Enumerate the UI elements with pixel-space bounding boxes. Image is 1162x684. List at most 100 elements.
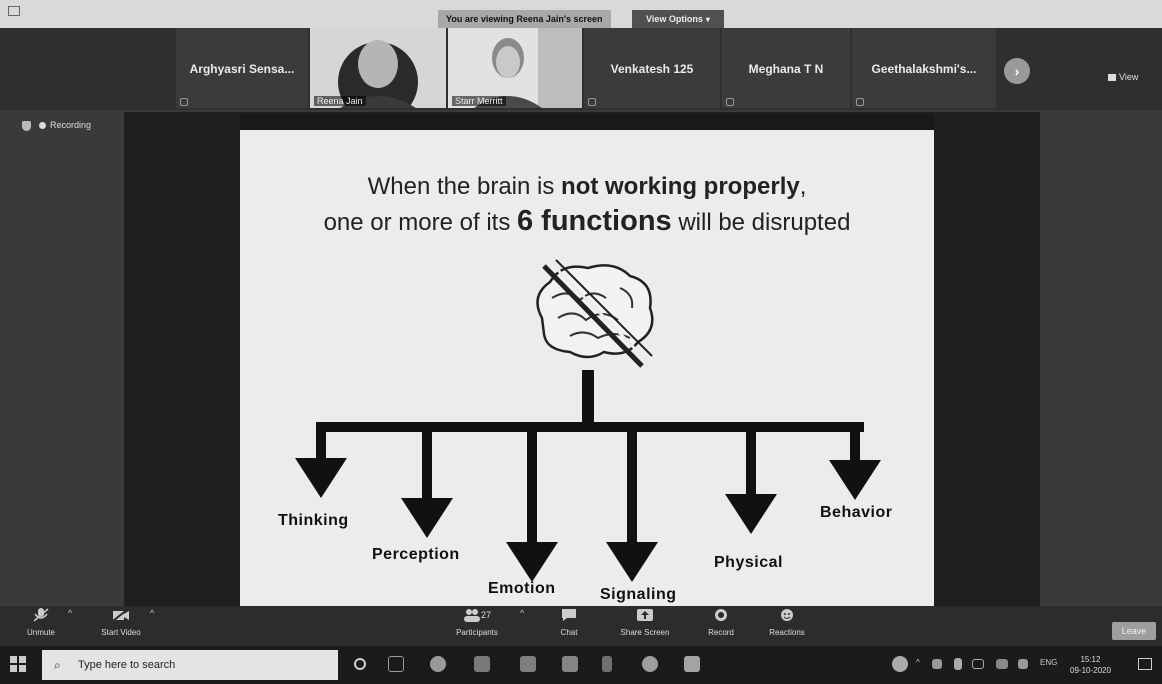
- mic-muted-icon: [588, 98, 596, 106]
- cloud-tray-icon[interactable]: [932, 659, 942, 669]
- clock-time: 15:12: [1080, 655, 1101, 664]
- next-page-button[interactable]: ›: [1004, 58, 1030, 84]
- participant-tile[interactable]: Venkatesh 125: [584, 28, 720, 108]
- leave-button[interactable]: Leave: [1112, 622, 1156, 640]
- view-toggle-button[interactable]: View: [1108, 72, 1138, 82]
- mic-muted-icon: [856, 98, 864, 106]
- participant-name: Arghyasri Sensa...: [189, 62, 295, 76]
- title-emphasis: 6 functions: [516, 205, 672, 237]
- participants-button[interactable]: 27 Participants ^: [442, 606, 524, 637]
- shield-icon: [22, 120, 31, 131]
- chat-label: Chat: [560, 628, 578, 637]
- meeting-controls: Unmute ^ Start Video ^ 27 Participants ^…: [0, 606, 1162, 646]
- taskbar-clock[interactable]: 15:12 09-10-2020: [1070, 654, 1111, 676]
- participant-tile[interactable]: Arghyasri Sensa...: [176, 28, 308, 108]
- taskbar-search-box[interactable]: ⌕: [42, 650, 338, 680]
- participants-count: 27: [480, 610, 491, 620]
- participant-strip: Arghyasri Sensa... Reena Jain Starr Merr…: [0, 28, 1162, 110]
- title-text: ,: [799, 173, 807, 200]
- video-name-label: Starr Merritt: [452, 96, 506, 106]
- title-text: When the brain is: [367, 173, 562, 200]
- unmute-button[interactable]: Unmute ^: [6, 606, 76, 637]
- participant-video-tile[interactable]: Reena Jain: [310, 28, 446, 108]
- zoom-window: You are viewing Reena Jain's screen View…: [0, 0, 1162, 684]
- chevron-right-icon: ›: [1014, 63, 1020, 79]
- top-bar: You are viewing Reena Jain's screen View…: [0, 0, 1162, 28]
- wifi-icon[interactable]: [996, 659, 1008, 669]
- participant-tile[interactable]: Meghana T N: [722, 28, 850, 108]
- unmute-label: Unmute: [26, 628, 55, 637]
- battery-icon[interactable]: [954, 658, 962, 670]
- view-options-button[interactable]: View Options ▾: [632, 10, 724, 28]
- participant-name: Meghana T N: [748, 62, 824, 76]
- reactions-button[interactable]: Reactions: [752, 606, 822, 637]
- windows-taskbar: ⌕ ^ ENG 15:12 09-10-2020: [0, 646, 1162, 684]
- participants-label: Participants: [456, 628, 498, 637]
- chevron-up-icon[interactable]: ^: [150, 608, 154, 618]
- record-button[interactable]: Record: [686, 606, 756, 637]
- title-text: will be disrupted: [671, 209, 851, 236]
- recording-dot-icon: [39, 122, 46, 130]
- video-name-label: Reena Jain: [314, 96, 366, 106]
- title-emphasis: not working properly: [561, 173, 800, 200]
- zoom-app-icon[interactable]: [684, 656, 700, 672]
- function-label-physical: Physical: [714, 554, 783, 571]
- recording-indicator: Recording: [22, 120, 91, 131]
- participant-name: Geethalakshmi's...: [871, 62, 977, 76]
- participant-name: Venkatesh 125: [610, 62, 694, 76]
- share-screen-button[interactable]: Share Screen: [610, 606, 680, 637]
- slide-title-line-1: When the brain is not working properly,: [240, 170, 934, 204]
- language-indicator[interactable]: ENG: [1040, 658, 1057, 667]
- chat-button[interactable]: Chat: [534, 606, 604, 637]
- file-explorer-icon[interactable]: [520, 656, 536, 672]
- mic-muted-icon: [32, 608, 50, 622]
- reactions-icon: [778, 608, 796, 622]
- view-label: View: [1119, 72, 1139, 82]
- mic-muted-icon: [726, 98, 734, 106]
- user-tray-icon[interactable]: [892, 656, 908, 672]
- windows-start-icon[interactable]: [10, 656, 26, 672]
- cortana-icon[interactable]: [354, 658, 366, 670]
- viewing-banner: You are viewing Reena Jain's screen: [438, 10, 611, 28]
- start-video-button[interactable]: Start Video ^: [86, 606, 156, 637]
- app-icon[interactable]: [602, 656, 612, 672]
- participants-icon: 27: [459, 608, 495, 622]
- function-label-behavior: Behavior: [820, 504, 893, 521]
- slide-title: When the brain is not working properly, …: [240, 170, 934, 240]
- store-icon[interactable]: [474, 656, 490, 672]
- broken-brain-icon: [536, 259, 654, 368]
- reactions-label: Reactions: [769, 628, 805, 637]
- mic-muted-icon: [180, 98, 188, 106]
- notification-icon[interactable]: [1138, 658, 1152, 670]
- clock-date: 09-10-2020: [1070, 666, 1111, 675]
- title-text: one or more of its: [323, 209, 517, 236]
- function-label-emotion: Emotion: [488, 580, 556, 597]
- window-icon: [8, 6, 20, 16]
- gallery-view-icon: [1108, 74, 1116, 82]
- start-video-label: Start Video: [101, 628, 141, 637]
- slide-title-line-2: one or more of its 6 functions will be d…: [240, 204, 934, 240]
- tray-chevron-up-icon[interactable]: ^: [916, 658, 920, 667]
- function-label-perception: Perception: [372, 546, 460, 563]
- participant-tile[interactable]: Geethalakshmi's...: [852, 28, 996, 108]
- task-view-icon[interactable]: [388, 656, 404, 672]
- chevron-up-icon[interactable]: ^: [520, 608, 524, 618]
- functions-arrow-tree: [295, 370, 881, 582]
- recording-label: Recording: [50, 120, 92, 130]
- volume-icon[interactable]: [1018, 659, 1028, 669]
- function-label-signaling: Signaling: [600, 586, 677, 603]
- share-screen-icon: [636, 608, 654, 622]
- edge-browser-icon[interactable]: [430, 656, 446, 672]
- chevron-down-icon: ▾: [705, 15, 710, 24]
- share-screen-label: Share Screen: [620, 628, 670, 637]
- taskbar-search-input[interactable]: [78, 656, 328, 674]
- search-icon: ⌕: [54, 658, 61, 672]
- dropbox-icon[interactable]: [562, 656, 578, 672]
- chevron-up-icon[interactable]: ^: [68, 608, 72, 618]
- shared-slide: When the brain is not working properly, …: [240, 114, 934, 606]
- record-icon: [712, 608, 730, 622]
- video-off-icon: [112, 608, 130, 622]
- network-icon[interactable]: [972, 659, 984, 669]
- chrome-icon[interactable]: [642, 656, 658, 672]
- participant-video-tile[interactable]: Starr Merritt: [448, 28, 582, 108]
